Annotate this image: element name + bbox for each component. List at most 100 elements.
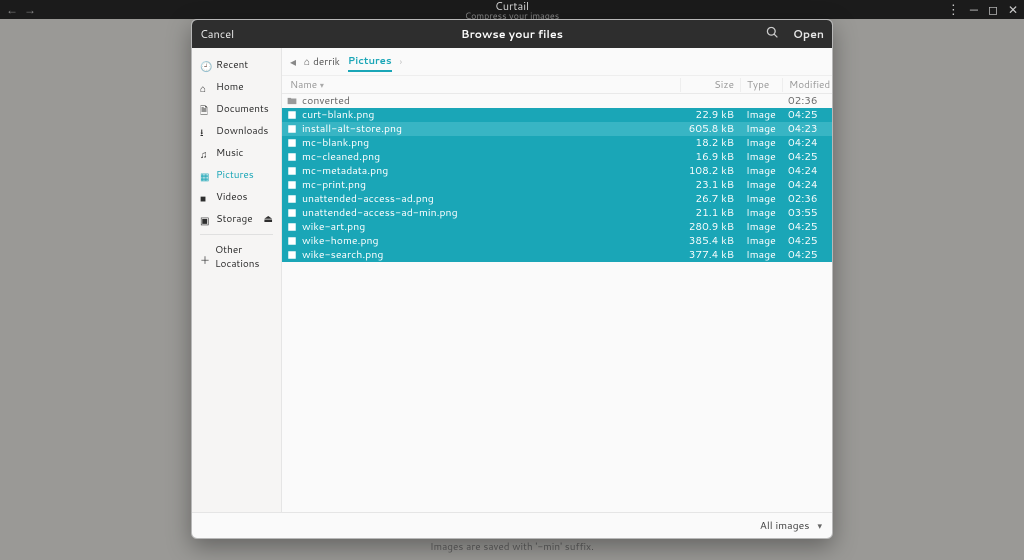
image-file-icon bbox=[286, 208, 298, 218]
sidebar-item-home[interactable]: ⌂Home bbox=[192, 76, 281, 98]
file-row[interactable]: curt-blank.png22.9 kBImage04:25 bbox=[282, 108, 832, 122]
sidebar-item-label: Home bbox=[216, 80, 244, 94]
clock-icon: 🕘 bbox=[200, 60, 211, 71]
menu-icon[interactable]: ⋮ bbox=[947, 1, 960, 19]
file-list-pane: ◂ ⌂derrik Pictures › Name ▾ Size Type Mo… bbox=[282, 48, 832, 512]
file-chooser-dialog: Cancel Browse your files Open 🕘Recent ⌂H… bbox=[191, 19, 833, 539]
sidebar-item-label: Storage bbox=[216, 212, 253, 226]
file-size: 18.2 kB bbox=[680, 136, 740, 150]
breadcrumb-home[interactable]: ⌂derrik bbox=[304, 55, 340, 69]
path-bar: ◂ ⌂derrik Pictures › bbox=[282, 48, 832, 76]
col-size[interactable]: Size bbox=[680, 78, 740, 92]
file-row[interactable]: mc-metadata.png108.2 kBImage04:24 bbox=[282, 164, 832, 178]
file-size: 385.4 kB bbox=[680, 234, 740, 248]
file-type: Image bbox=[740, 136, 782, 150]
col-name[interactable]: Name ▾ bbox=[286, 78, 680, 92]
file-row[interactable]: mc-blank.png18.2 kBImage04:24 bbox=[282, 136, 832, 150]
file-row[interactable]: converted 02:36 bbox=[282, 94, 832, 108]
plus-icon: ＋ bbox=[200, 252, 210, 263]
file-row[interactable]: mc-print.png23.1 kBImage04:24 bbox=[282, 178, 832, 192]
sidebar-item-documents[interactable]: 🗎Documents bbox=[192, 98, 281, 120]
file-size: 23.1 kB bbox=[680, 178, 740, 192]
file-filter-select[interactable]: All images bbox=[760, 519, 810, 533]
file-list: converted02:36curt-blank.png22.9 kBImage… bbox=[282, 94, 832, 512]
dialog-header: Cancel Browse your files Open bbox=[192, 20, 832, 48]
file-name: mc-blank.png bbox=[302, 136, 680, 150]
file-row[interactable]: unattended-access-ad.png26.7 kBImage02:3… bbox=[282, 192, 832, 206]
image-file-icon bbox=[286, 110, 298, 120]
file-row[interactable]: mc-cleaned.png16.9 kBImage04:25 bbox=[282, 150, 832, 164]
breadcrumb-pictures[interactable]: Pictures bbox=[348, 54, 392, 72]
maximize-icon[interactable]: ◻ bbox=[988, 1, 998, 18]
sidebar-item-label: Music bbox=[216, 146, 243, 160]
image-file-icon bbox=[286, 250, 298, 260]
sidebar-item-pictures[interactable]: ▦ Pictures bbox=[192, 164, 281, 186]
column-headers: Name ▾ Size Type Modified bbox=[282, 76, 832, 94]
file-row[interactable]: wike-home.png385.4 kBImage04:25 bbox=[282, 234, 832, 248]
chevron-down-icon: ▾ bbox=[817, 519, 822, 532]
col-type[interactable]: Type bbox=[740, 78, 782, 92]
file-type: Image bbox=[740, 248, 782, 262]
file-row[interactable]: install-alt-store.png605.8 kBImage04:23 bbox=[282, 122, 832, 136]
file-modified: 03:55 bbox=[782, 206, 832, 220]
file-size: 16.9 kB bbox=[680, 150, 740, 164]
file-size: 605.8 kB bbox=[680, 122, 740, 136]
back-icon[interactable]: ← bbox=[6, 1, 18, 18]
cancel-button[interactable]: Cancel bbox=[200, 26, 234, 42]
path-back-icon[interactable]: ◂ bbox=[290, 53, 296, 70]
close-icon[interactable]: ✕ bbox=[1008, 1, 1018, 18]
file-modified: 04:24 bbox=[782, 164, 832, 178]
file-modified: 02:36 bbox=[782, 94, 832, 108]
sidebar-item-label: Videos bbox=[216, 190, 247, 204]
file-modified: 04:24 bbox=[782, 178, 832, 192]
sidebar-item-videos[interactable]: ■ Videos bbox=[192, 186, 281, 208]
pictures-icon: ▦ bbox=[200, 170, 211, 181]
file-row[interactable]: unattended-access-ad-min.png21.1 kBImage… bbox=[282, 206, 832, 220]
videos-icon: ■ bbox=[200, 192, 211, 203]
search-icon[interactable] bbox=[766, 26, 779, 43]
file-size: 108.2 kB bbox=[680, 164, 740, 178]
image-file-icon bbox=[286, 180, 298, 190]
file-modified: 04:25 bbox=[782, 248, 832, 262]
file-type: Image bbox=[740, 122, 782, 136]
sidebar-item-recent[interactable]: 🕘Recent bbox=[192, 54, 281, 76]
file-name: unattended-access-ad-min.png bbox=[302, 206, 680, 220]
file-modified: 04:25 bbox=[782, 150, 832, 164]
sidebar-item-other-locations[interactable]: ＋Other Locations bbox=[192, 239, 281, 275]
drive-icon: ▣ bbox=[200, 214, 211, 225]
file-name: wike-home.png bbox=[302, 234, 680, 248]
file-type: Image bbox=[740, 178, 782, 192]
file-name: mc-print.png bbox=[302, 178, 680, 192]
sort-indicator-icon: ▾ bbox=[320, 79, 324, 91]
image-file-icon bbox=[286, 222, 298, 232]
sidebar-item-label: Downloads bbox=[216, 124, 268, 138]
file-row[interactable]: wike-search.png377.4 kBImage04:25 bbox=[282, 248, 832, 262]
minimize-icon[interactable]: — bbox=[970, 1, 978, 18]
file-type: Image bbox=[740, 234, 782, 248]
sidebar-item-label: Documents bbox=[216, 102, 269, 116]
sidebar-item-label: Pictures bbox=[216, 168, 254, 182]
hint-text: Images are saved with '-min' suffix. bbox=[430, 540, 594, 554]
file-name: curt-blank.png bbox=[302, 108, 680, 122]
forward-icon[interactable]: → bbox=[24, 1, 36, 18]
home-icon: ⌂ bbox=[304, 55, 310, 69]
file-name: converted bbox=[302, 94, 680, 108]
eject-icon[interactable]: ⏏ bbox=[264, 212, 273, 226]
file-name: mc-cleaned.png bbox=[302, 150, 680, 164]
chevron-right-icon: › bbox=[400, 55, 402, 68]
image-file-icon bbox=[286, 152, 298, 162]
file-type: Image bbox=[740, 192, 782, 206]
file-name: mc-metadata.png bbox=[302, 164, 680, 178]
folder-icon bbox=[286, 96, 298, 106]
file-modified: 02:36 bbox=[782, 192, 832, 206]
sidebar-item-storage[interactable]: ▣ Storage ⏏ bbox=[192, 208, 281, 230]
file-type: Image bbox=[740, 206, 782, 220]
sidebar-item-downloads[interactable]: ⭳Downloads bbox=[192, 120, 281, 142]
file-size: 22.9 kB bbox=[680, 108, 740, 122]
file-type: Image bbox=[740, 164, 782, 178]
sidebar-item-music[interactable]: ♫Music bbox=[192, 142, 281, 164]
file-modified: 04:23 bbox=[782, 122, 832, 136]
file-row[interactable]: wike-art.png280.9 kBImage04:25 bbox=[282, 220, 832, 234]
open-button[interactable]: Open bbox=[793, 26, 824, 42]
col-modified[interactable]: Modified bbox=[782, 78, 832, 92]
